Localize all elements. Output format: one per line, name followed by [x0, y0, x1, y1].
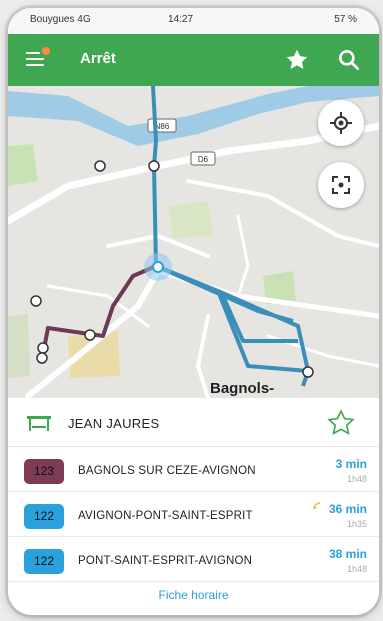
locate-button[interactable]: [318, 100, 364, 146]
favorite-stop-button[interactable]: [326, 408, 356, 443]
line-destination: PONT-SAINT-ESPRIT-AVIGNON: [78, 555, 253, 567]
line-badge: 122: [24, 549, 64, 574]
schedule-link[interactable]: Fiche horaire: [8, 588, 379, 602]
line-row[interactable]: 122 AVIGNON-PONT-SAINT-ESPRIT 36 min 1h3…: [8, 496, 379, 537]
focus-icon: [332, 176, 350, 194]
status-bar: Bouygues 4G 14:27 57 %: [8, 8, 379, 34]
map-town-label: Bagnols-: [210, 380, 275, 397]
stop-header: JEAN JAURES: [8, 398, 379, 447]
line-destination: AVIGNON-PONT-SAINT-ESPRIT: [78, 510, 253, 522]
line-badge: 123: [24, 459, 64, 484]
bus-stop-icon: [26, 414, 52, 437]
focus-button[interactable]: [318, 162, 364, 208]
stop-name: JEAN JAURES: [68, 416, 160, 431]
star-icon: [286, 49, 308, 69]
notification-dot: [42, 47, 50, 55]
app-bar: Arrêt: [8, 34, 379, 86]
map-view[interactable]: N86 D6 Bagnols-: [8, 86, 379, 398]
page-title: Arrêt: [80, 50, 116, 67]
line-row[interactable]: 122 PONT-SAINT-ESPRIT-AVIGNON 38 min 1h4…: [8, 541, 379, 582]
stop-panel: JEAN JAURES 123 BAGNOLS SUR CEZE-AVIGNON…: [8, 398, 379, 615]
wait-time: 38 min: [328, 547, 367, 561]
clock: 14:27: [168, 14, 194, 25]
scheduled-time: 1h48: [346, 564, 367, 574]
star-outline-icon: [327, 409, 355, 435]
line-row[interactable]: 123 BAGNOLS SUR CEZE-AVIGNON 3 min 1h48: [8, 451, 379, 492]
locate-icon: [330, 112, 352, 134]
line-destination: BAGNOLS SUR CEZE-AVIGNON: [78, 465, 256, 477]
realtime-icon: [313, 502, 321, 510]
scheduled-time: 1h48: [346, 474, 367, 484]
favorite-button[interactable]: [284, 47, 310, 73]
wait-time: 36 min: [328, 502, 367, 516]
search-icon: [339, 50, 360, 71]
line-badge: 122: [24, 504, 64, 529]
scheduled-time: 1h35: [346, 519, 367, 529]
carrier: Bouygues 4G: [30, 14, 91, 25]
search-button[interactable]: [336, 47, 362, 73]
battery: 57 %: [334, 14, 357, 25]
road-shield-d6: D6: [198, 155, 209, 164]
menu-button[interactable]: [26, 47, 50, 71]
wait-time: 3 min: [335, 457, 367, 471]
phone-screen: Bouygues 4G 14:27 57 % Arrêt N86 D6 Bagn…: [8, 8, 379, 615]
